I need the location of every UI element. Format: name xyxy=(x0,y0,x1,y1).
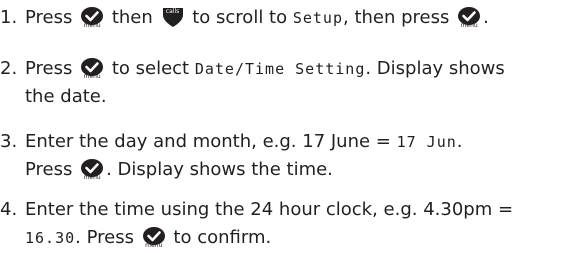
menu-key-icon: menu xyxy=(79,57,105,80)
step-2-line-1: 2. Press menu to select Date/Time Setting… xyxy=(0,55,572,83)
step-2-line-2: the date. xyxy=(0,83,572,111)
step-number: 3. xyxy=(0,131,18,152)
step-text: . Press xyxy=(75,227,140,248)
step-text: Enter the time using the 24 hour clock, … xyxy=(25,199,514,220)
step-text: . xyxy=(456,131,463,152)
menu-key-icon: menu xyxy=(79,6,105,29)
menu-key-caption: menu xyxy=(83,22,101,29)
step-text: . Display shows the time. xyxy=(106,159,333,180)
step-text: the date. xyxy=(25,86,107,107)
menu-key-caption: menu xyxy=(83,174,101,181)
step-text: to confirm. xyxy=(167,227,272,248)
step-text: Press xyxy=(25,159,79,180)
display-text: Setup xyxy=(292,9,343,27)
step-4: 4. Enter the time using the 24 hour clock… xyxy=(0,196,572,252)
step-number: 2. xyxy=(0,58,18,79)
step-text: , then press xyxy=(343,7,456,28)
step-number: 1. xyxy=(0,7,18,28)
step-text: then xyxy=(106,7,159,28)
step-text: Press xyxy=(25,58,79,79)
step-1-line-1: 1. Press menu then calls to scroll to Set… xyxy=(0,4,572,32)
menu-key-caption: menu xyxy=(83,73,101,80)
step-text: . xyxy=(483,7,489,28)
menu-key-icon: menu xyxy=(141,226,167,249)
step-1: 1. Press menu then calls to scroll to Set… xyxy=(0,4,572,32)
instruction-steps: 1. Press menu then calls to scroll to Set… xyxy=(0,0,572,253)
step-2: 2. Press menu to select Date/Time Setting… xyxy=(0,55,572,111)
step-3-line-1: 3. Enter the day and month, e.g. 17 June … xyxy=(0,128,572,156)
step-text: to scroll to xyxy=(186,7,293,28)
display-text: Date/Time Setting xyxy=(194,60,366,78)
display-text: 17 Jun xyxy=(396,133,457,151)
step-text: Press xyxy=(25,7,79,28)
step-text: Enter the day and month, e.g. 17 June = xyxy=(25,131,397,152)
step-4-line-1: 4. Enter the time using the 24 hour clock… xyxy=(0,196,572,224)
menu-key-icon: menu xyxy=(456,6,482,29)
step-3-line-2: Press menu . Display shows the time. xyxy=(0,156,572,184)
step-3: 3. Enter the day and month, e.g. 17 June … xyxy=(0,128,572,184)
step-text: to select xyxy=(106,58,195,79)
calls-down-key-icon: calls xyxy=(160,6,186,28)
display-text: 16.30 xyxy=(25,229,76,247)
step-4-line-2: 16.30. Press menu to confirm. xyxy=(0,224,572,252)
menu-key-caption: menu xyxy=(460,22,478,29)
menu-key-caption: menu xyxy=(145,242,163,249)
menu-key-icon: menu xyxy=(79,158,105,181)
step-text: . Display shows xyxy=(365,58,505,79)
calls-key-caption: calls xyxy=(165,8,180,15)
step-number: 4. xyxy=(0,199,18,220)
